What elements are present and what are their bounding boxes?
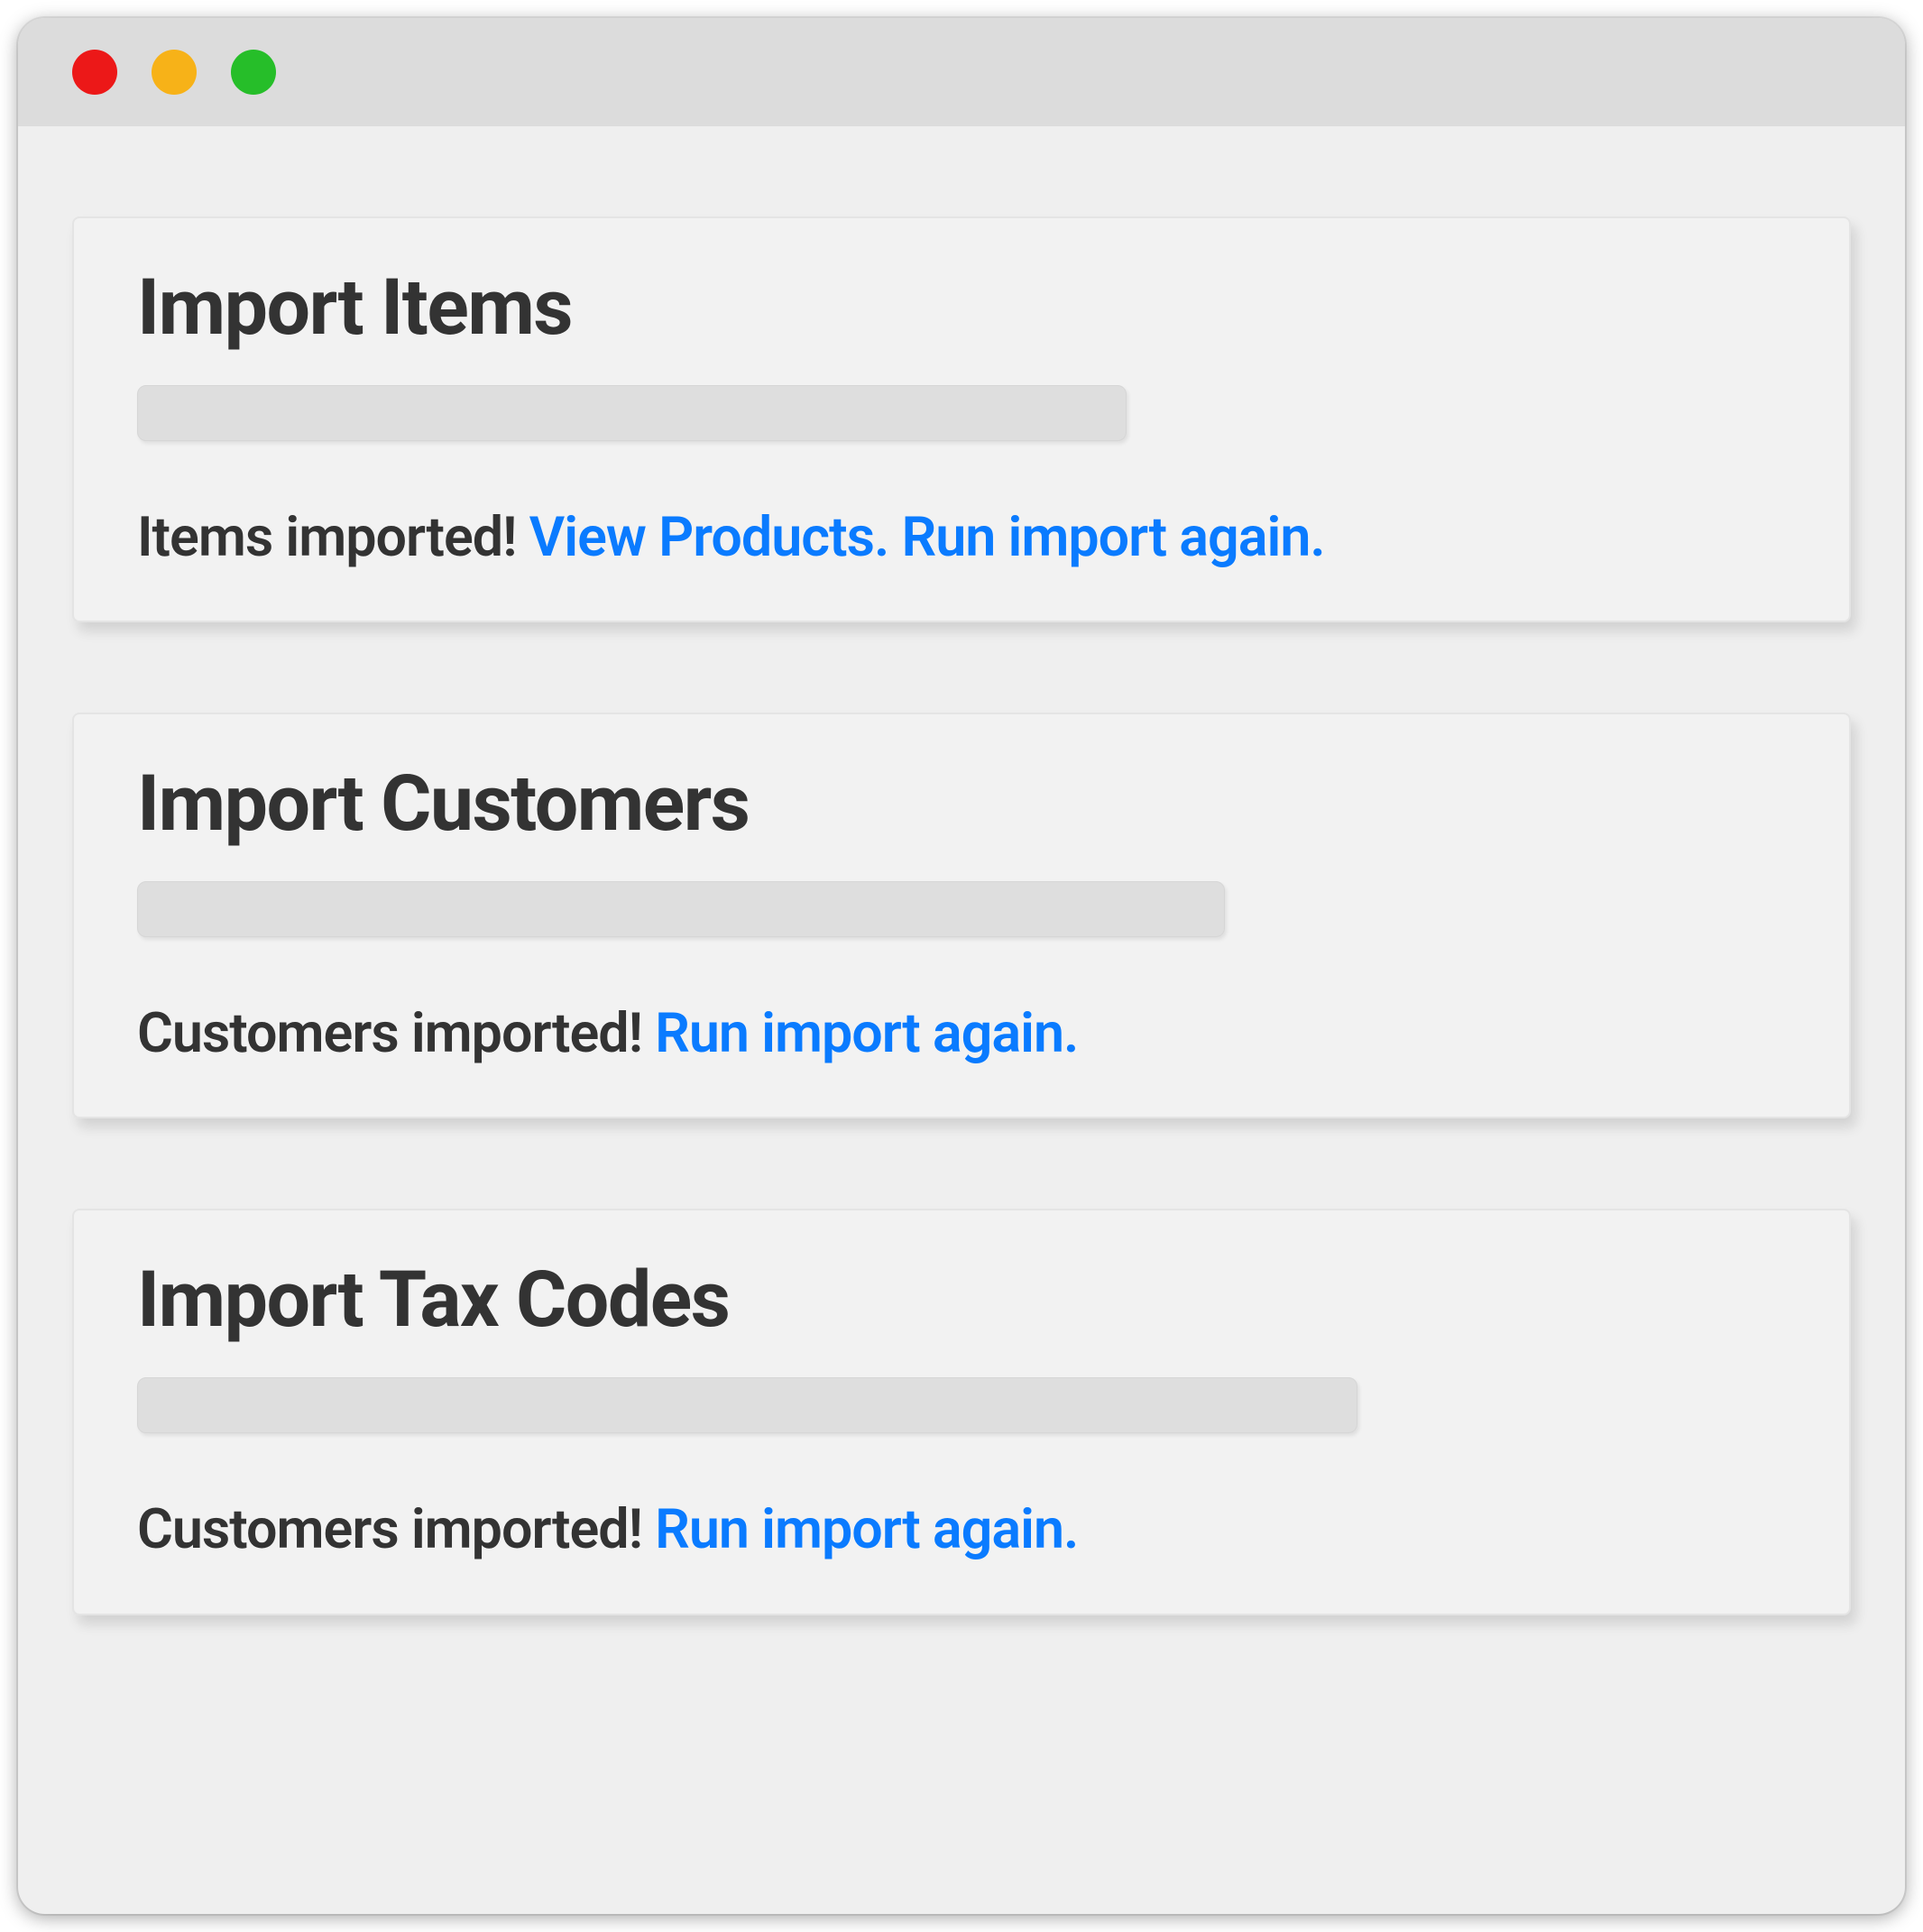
status-text: Items imported!: [137, 504, 516, 569]
run-import-again-link[interactable]: Run import again.: [655, 1000, 1078, 1065]
progress-bar: [137, 881, 1225, 937]
import-customers-card: Import Customers Customers imported! Run…: [72, 713, 1851, 1118]
maximize-icon[interactable]: [231, 50, 276, 95]
progress-bar: [137, 1377, 1357, 1433]
progress-bar: [137, 385, 1127, 441]
import-items-card: Import Items Items imported! View Produc…: [72, 216, 1851, 622]
close-icon[interactable]: [72, 50, 117, 95]
window-content: Import Items Items imported! View Produc…: [18, 126, 1905, 1760]
status-row: Customers imported! Run import again.: [137, 1000, 1786, 1066]
status-text: Customers imported!: [137, 1000, 642, 1065]
card-title: Import Customers: [137, 758, 1786, 849]
status-row: Customers imported! Run import again.: [137, 1496, 1786, 1562]
run-import-again-link[interactable]: Run import again.: [901, 504, 1324, 569]
minimize-icon[interactable]: [152, 50, 197, 95]
run-import-again-link[interactable]: Run import again.: [655, 1496, 1078, 1561]
status-text: Customers imported!: [137, 1496, 642, 1561]
import-tax-codes-card: Import Tax Codes Customers imported! Run…: [72, 1209, 1851, 1615]
view-products-link[interactable]: View Products.: [529, 504, 889, 569]
card-title: Import Items: [137, 262, 1786, 353]
window-titlebar: [18, 18, 1905, 126]
card-title: Import Tax Codes: [137, 1254, 1786, 1345]
status-row: Items imported! View Products. Run impor…: [137, 504, 1786, 570]
app-window: Import Items Items imported! View Produc…: [18, 18, 1905, 1914]
